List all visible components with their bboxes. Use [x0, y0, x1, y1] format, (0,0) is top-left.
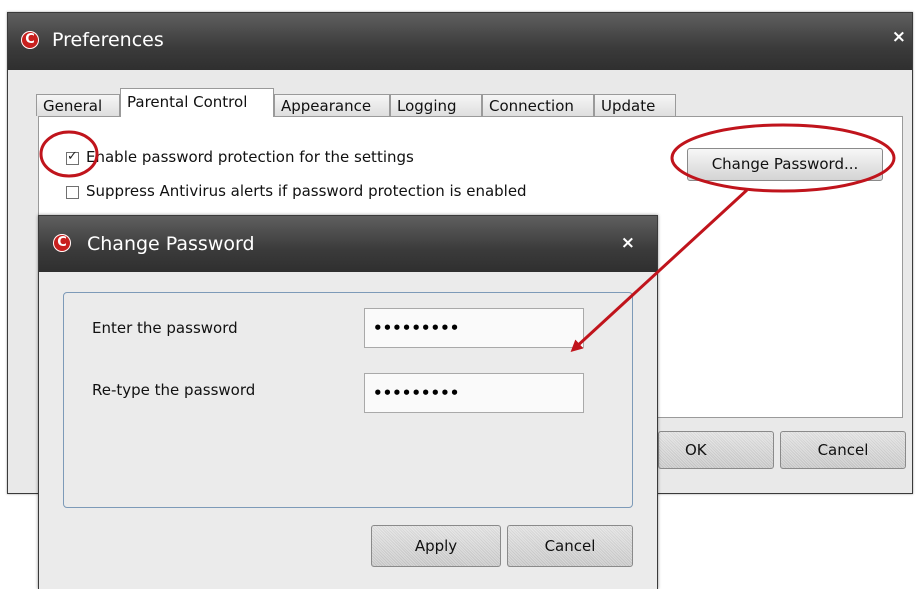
close-icon[interactable]: × [621, 233, 635, 253]
retype-password-label: Re-type the password [92, 381, 256, 399]
suppress-alerts-checkbox[interactable] [66, 186, 79, 199]
dialog-title: Change Password [87, 233, 255, 255]
prefs-cancel-button[interactable]: Cancel [780, 431, 906, 469]
tab-logging[interactable]: Logging [390, 94, 482, 116]
tab-connection[interactable]: Connection [482, 94, 594, 116]
dialog-titlebar[interactable]: C Change Password × [39, 216, 657, 272]
change-password-button[interactable]: Change Password... [687, 148, 883, 181]
suppress-alerts-label: Suppress Antivirus alerts if password pr… [86, 182, 527, 200]
tab-general[interactable]: General [36, 94, 120, 116]
comodo-logo-icon: C [53, 234, 71, 252]
close-icon[interactable]: × [892, 27, 906, 47]
dialog-cancel-button[interactable]: Cancel [507, 525, 633, 567]
retype-password-input[interactable]: ••••••••• [364, 373, 584, 413]
tab-update[interactable]: Update [594, 94, 676, 116]
enable-password-checkbox[interactable] [66, 149, 79, 165]
tab-appearance[interactable]: Appearance [274, 94, 390, 116]
enable-password-label: Enable password protection for the setti… [86, 148, 414, 166]
ok-button[interactable]: OK [658, 431, 774, 469]
password-fields-group: Enter the password ••••••••• Re-type the… [63, 292, 633, 508]
comodo-logo-icon: C [21, 31, 39, 49]
apply-button[interactable]: Apply [371, 525, 501, 567]
preferences-title: Preferences [52, 29, 164, 51]
change-password-dialog: C Change Password × Enter the password •… [38, 215, 658, 589]
enter-password-label: Enter the password [92, 319, 238, 337]
tab-parental-control[interactable]: Parental Control [120, 88, 274, 117]
enter-password-input[interactable]: ••••••••• [364, 308, 584, 348]
preferences-titlebar[interactable]: C Preferences × [8, 13, 912, 70]
